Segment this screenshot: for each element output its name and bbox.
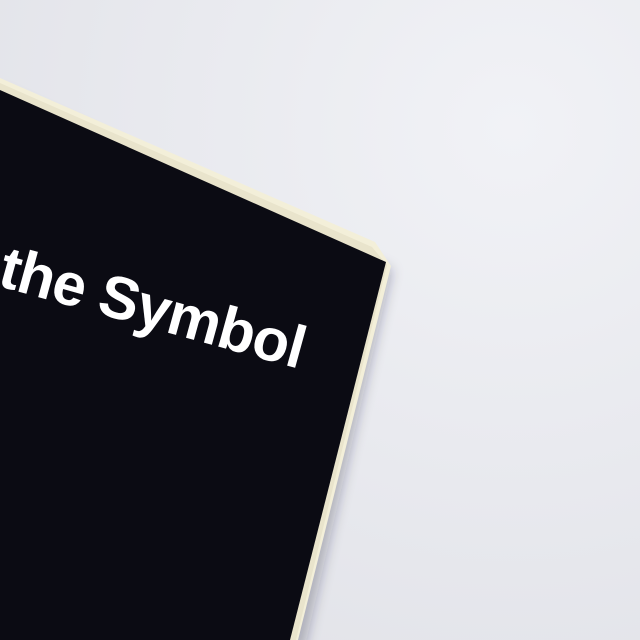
photo-scene: f the Symbol (0, 0, 640, 640)
